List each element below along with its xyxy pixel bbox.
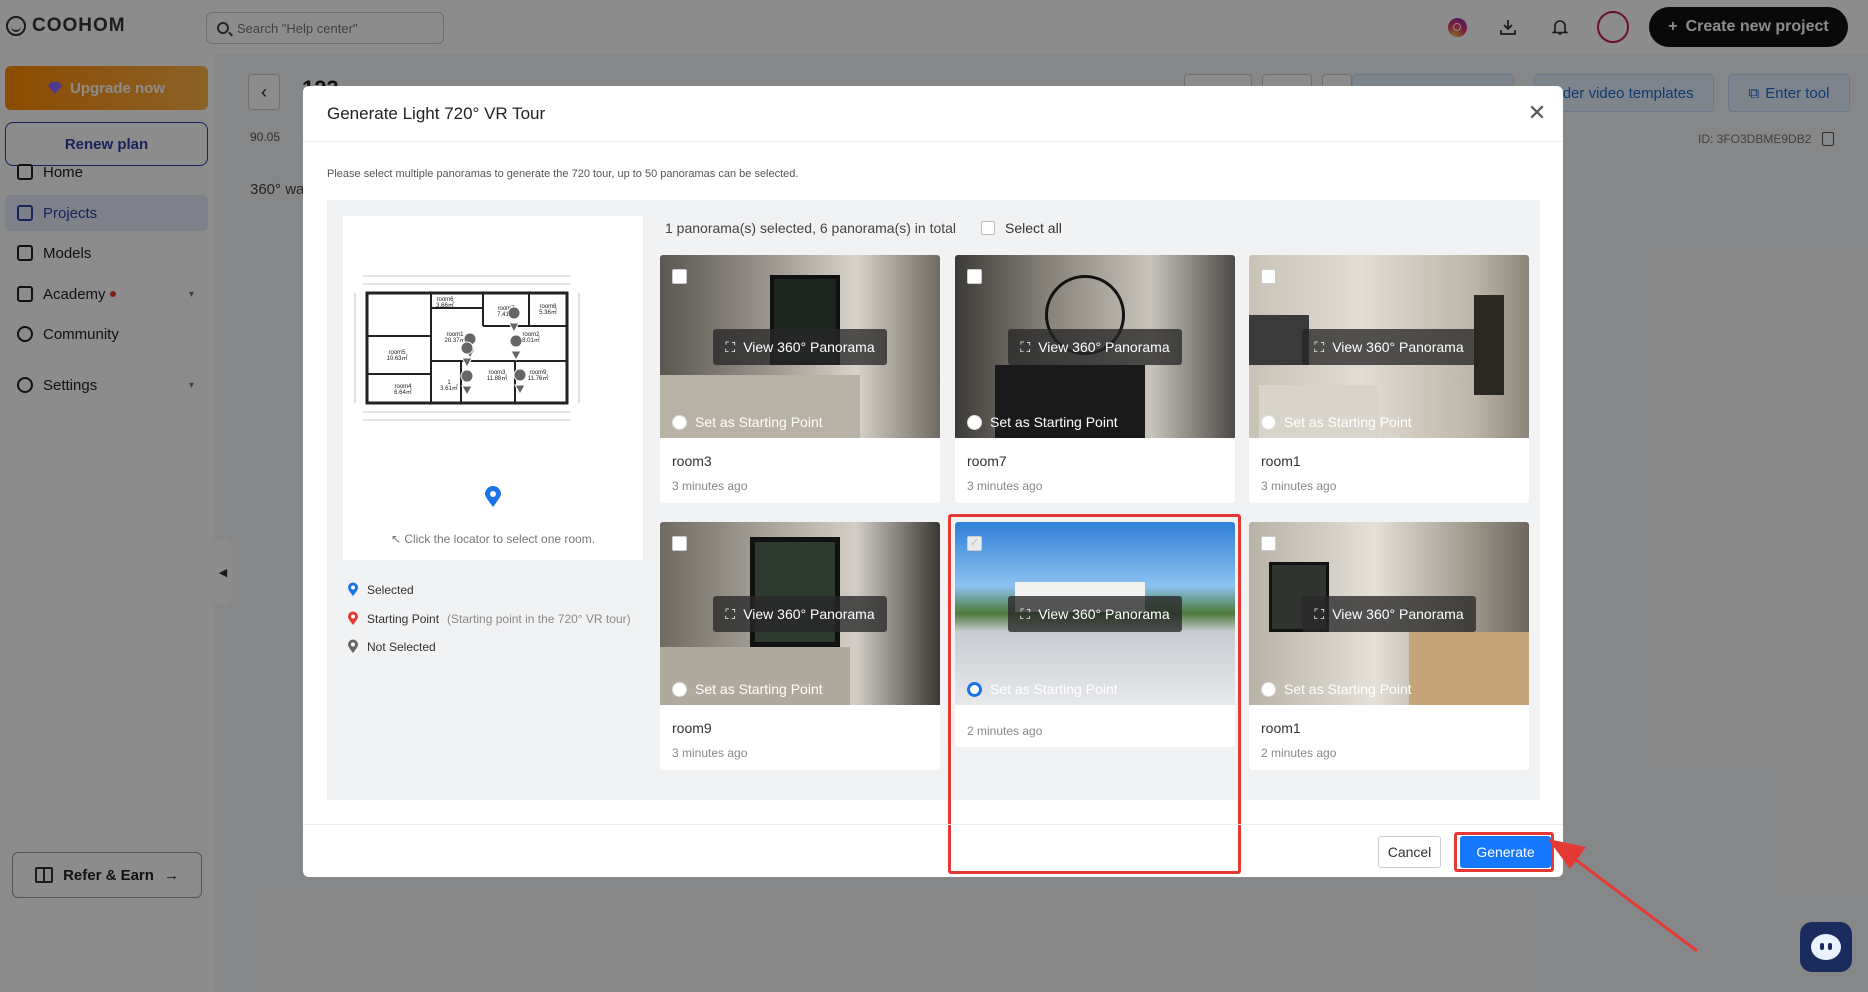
starting-point-radio[interactable] [672,681,687,697]
legend-selected: Selected [347,582,414,597]
vr-tour-dialog: Generate Light 720° VR Tour ✕ Please sel… [303,86,1563,877]
select-all-checkbox[interactable]: Select all [981,220,1062,236]
set-starting-point[interactable]: Set as Starting Point [672,414,823,430]
view-panorama-button[interactable]: ⛶ View 360° Panorama [1302,596,1476,632]
set-starting-point[interactable]: Set as Starting Point [1261,414,1412,430]
generate-button-highlight [1454,832,1554,872]
legend-not-selected: Not Selected [347,639,436,654]
floorplan-room-area: 3.61㎡ [440,384,458,392]
panorama-name: room9 [672,720,712,736]
floorplan-room-area: 5.36㎡ [539,308,557,316]
panorama-time: 3 minutes ago [672,746,748,760]
view-panorama-label: View 360° Panorama [743,606,875,622]
panorama-view-icon: ⛶ [725,338,736,355]
view-panorama-button[interactable]: ⛶ View 360° Panorama [713,329,887,365]
floor-shape [1409,632,1529,705]
panorama-card[interactable]: ⛶ View 360° Panorama Set as Starting Poi… [660,255,940,503]
starting-point-label: Set as Starting Point [1284,414,1412,430]
legend-starting-point: Starting Point (Starting point in the 72… [347,611,631,626]
room-locator-icon [460,369,474,397]
help-chat-button[interactable] [1800,922,1852,972]
starting-point-label: Set as Starting Point [695,414,823,430]
cancel-button[interactable]: Cancel [1378,836,1441,868]
view-panorama-button[interactable]: ⛶ View 360° Panorama [1302,329,1476,365]
dialog-title: Generate Light 720° VR Tour [327,104,546,123]
view-panorama-label: View 360° Panorama [1332,339,1464,355]
floorplan-room-area: 8.01㎡ [522,336,540,344]
starting-point-radio[interactable] [967,414,982,430]
sofa-shape [1259,385,1379,438]
panorama-view-icon: ⛶ [1314,338,1325,355]
select-all-label: Select all [1005,220,1062,236]
panorama-time: 3 minutes ago [672,479,748,493]
view-panorama-button[interactable]: ⛶ View 360° Panorama [713,596,887,632]
panorama-time: 2 minutes ago [1261,746,1337,760]
checkbox[interactable] [981,221,995,235]
instruction-text: Please select multiple panoramas to gene… [327,168,799,180]
starting-point-label: Set as Starting Point [695,681,823,697]
panorama-view-icon: ⛶ [1314,605,1325,622]
starting-point-label: Set as Starting Point [990,414,1118,430]
close-icon[interactable]: ✕ [1524,100,1550,126]
selected-pin-icon [348,582,358,596]
panorama-name: room7 [967,453,1007,469]
panorama-name: room1 [1261,453,1301,469]
not-selected-pin-icon [348,639,358,653]
panorama-checkbox[interactable] [967,269,982,284]
cursor-icon: ↖ [390,532,401,546]
panorama-card[interactable]: ⛶ View 360° Panorama Set as Starting Poi… [1249,522,1529,770]
floorplan-room-area: 20.37㎡ [444,336,465,344]
panorama-name: room1 [1261,720,1301,736]
panorama-time: 3 minutes ago [1261,479,1337,493]
set-starting-point[interactable]: Set as Starting Point [672,681,823,697]
starting-point-radio[interactable] [1261,681,1276,697]
floorplan-drawing[interactable]: room6 3.66㎡ room7 7.41㎡ room8 5.36㎡ room… [343,216,643,446]
floorplan-hint: ↖ Click the locator to select one room. [343,532,643,546]
panorama-checkbox[interactable] [672,536,687,551]
starting-point-radio[interactable] [672,414,687,430]
panorama-card[interactable]: ⛶ View 360° Panorama Set as Starting Poi… [1249,255,1529,503]
panorama-card[interactable]: ⛶ View 360° Panorama Set as Starting Poi… [955,255,1235,503]
panorama-checkbox[interactable] [672,269,687,284]
legend-starting-label: Starting Point [367,611,440,626]
view-panorama-label: View 360° Panorama [743,339,875,355]
view-panorama-label: View 360° Panorama [1038,339,1170,355]
floorplan-room-area: 11.76㎡ [528,374,549,382]
view-panorama-label: View 360° Panorama [1332,606,1464,622]
floorplan-panel: room6 3.66㎡ room7 7.41㎡ room8 5.36㎡ room… [343,216,643,560]
panorama-time: 3 minutes ago [967,479,1043,493]
floorplan-room-area: 6.64㎡ [394,388,412,396]
panorama-checkbox[interactable] [1261,269,1276,284]
floorplan-room-area: 10.63㎡ [386,354,407,362]
legend-starting-note: (Starting point in the 720° VR tour) [447,611,631,626]
set-starting-point[interactable]: Set as Starting Point [967,414,1118,430]
panorama-view-icon: ⛶ [725,605,736,622]
starting-pin-icon [348,611,358,625]
selected-card-highlight [948,514,1241,874]
panorama-checkbox[interactable] [1261,536,1276,551]
room-locator-icon [509,334,523,362]
dialog-header: Generate Light 720° VR Tour ✕ [303,86,1563,142]
floorplan-room-area: 11.88㎡ [487,374,508,382]
panorama-view-icon: ⛶ [1020,338,1031,355]
room-locator-icon [507,306,521,334]
set-starting-point[interactable]: Set as Starting Point [1261,681,1412,697]
panorama-name: room3 [672,453,712,469]
annotation-arrow-icon [1548,839,1698,953]
floorplan-hint-text: Click the locator to select one room. [404,532,596,546]
artwork-shape [1249,315,1309,365]
starting-point-label: Set as Starting Point [1284,681,1412,697]
legend-selected-label: Selected [367,582,414,597]
starting-point-radio[interactable] [1261,414,1276,430]
view-panorama-button[interactable]: ⛶ View 360° Panorama [1008,329,1182,365]
dialog-footer [303,824,1563,877]
panorama-card[interactable]: ⛶ View 360° Panorama Set as Starting Poi… [660,522,940,770]
chatbot-icon [1811,934,1841,960]
selection-count: 1 panorama(s) selected, 6 panorama(s) in… [665,220,957,236]
selected-locator-icon[interactable] [484,486,502,508]
door-shape [1474,295,1504,395]
floorplan-room-area: 3.66㎡ [436,301,454,309]
legend-not-selected-label: Not Selected [367,639,436,654]
